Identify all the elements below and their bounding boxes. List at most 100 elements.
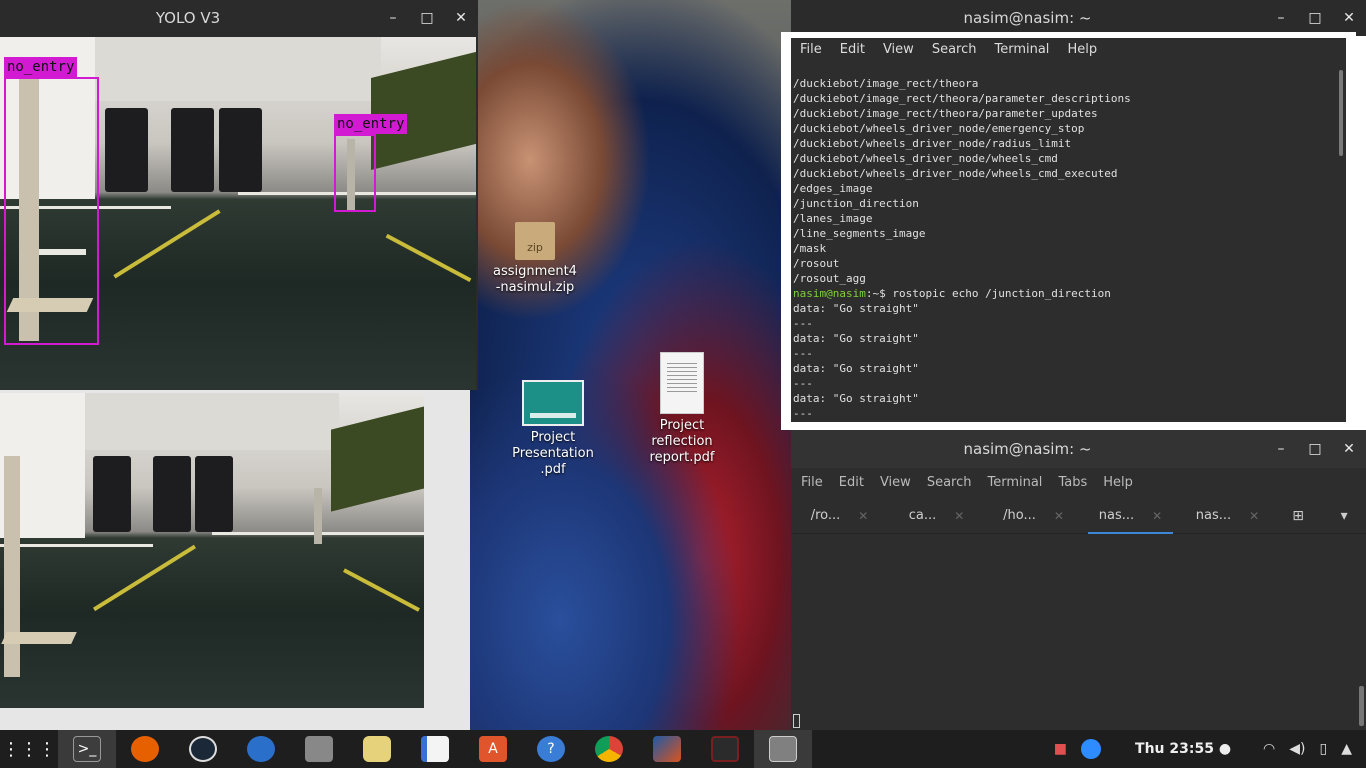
app-grid-button[interactable]: ⋮⋮⋮ — [0, 730, 58, 768]
yolo-title: YOLO V3 — [155, 9, 221, 27]
terminal-line: /rosout — [793, 257, 840, 270]
desktop-icon-zip[interactable]: zip assignment4 -nasimul.zip — [480, 222, 590, 296]
terminal-titlebar[interactable]: nasim@nasim: ~ – □ ✕ — [791, 430, 1366, 468]
close-tab-icon[interactable]: ✕ — [858, 509, 868, 523]
taskbar-rhythmbox[interactable] — [348, 730, 406, 768]
wifi-icon[interactable]: ◠ — [1263, 741, 1275, 757]
terminal-line: /duckiebot/image_rect/theora — [793, 77, 979, 90]
chrome-icon — [595, 736, 623, 762]
taskbar-file-manager[interactable] — [290, 730, 348, 768]
menu-edit[interactable]: Edit — [831, 42, 874, 57]
battery-icon[interactable]: ▯ — [1320, 741, 1328, 757]
terminal-line: /duckiebot/wheels_driver_node/wheels_cmd — [793, 152, 1058, 165]
terminal-titlebar[interactable]: nasim@nasim: ~ – □ ✕ — [791, 0, 1366, 36]
terminal-line: data: "Go straight" — [793, 302, 919, 315]
taskbar-firefox[interactable] — [116, 730, 174, 768]
menu-view[interactable]: View — [872, 475, 919, 490]
scene-ceiling — [84, 393, 340, 450]
terminal-line: data: "Go straight" — [793, 362, 919, 375]
close-icon[interactable]: ✕ — [444, 10, 478, 26]
text-editor-icon — [421, 736, 449, 762]
system-tray: ■ Thu 23:55 ● ◠ ◀) ▯ ▲ — [1054, 730, 1366, 768]
zoom-icon[interactable] — [1081, 739, 1102, 759]
window-icon — [769, 736, 797, 762]
terminal-window-top: nasim@nasim: ~ – □ ✕ File Edit View Sear… — [781, 0, 1366, 430]
taskbar-screen-recorder[interactable] — [696, 730, 754, 768]
minimize-icon[interactable]: – — [376, 10, 410, 26]
camera-window — [0, 390, 470, 730]
taskbar-matlab[interactable] — [638, 730, 696, 768]
steam-icon — [189, 736, 217, 762]
taskbar-terminal[interactable]: >_ — [58, 730, 116, 768]
lane-line — [0, 544, 153, 548]
tab-label: nas... — [1195, 508, 1232, 523]
close-tab-icon[interactable]: ✕ — [1249, 509, 1259, 523]
maximize-icon[interactable]: □ — [1298, 441, 1332, 457]
menu-edit[interactable]: Edit — [831, 475, 872, 490]
menu-terminal[interactable]: Terminal — [985, 42, 1058, 57]
detection-label: no_entry — [4, 57, 78, 77]
desktop-icon-report[interactable]: Project reflection report.pdf — [627, 352, 737, 466]
menu-file[interactable]: File — [793, 475, 831, 490]
taskbar-thunderbird[interactable] — [232, 730, 290, 768]
menu-tabs[interactable]: Tabs — [1050, 475, 1095, 490]
detection-box — [4, 77, 99, 345]
desktop-icon-presentation[interactable]: Project Presentation .pdf — [498, 380, 608, 478]
volume-icon[interactable]: ◀) — [1289, 741, 1305, 757]
menu-search[interactable]: Search — [923, 42, 986, 57]
lane-line-yellow — [92, 544, 196, 611]
terminal-scrollbar[interactable] — [1359, 686, 1364, 726]
terminal-line: /duckiebot/image_rect/theora/parameter_d… — [793, 92, 1131, 105]
terminal-output[interactable]: /duckiebot/image_rect/theora/duckiebot/i… — [791, 60, 1346, 422]
menu-file[interactable]: File — [791, 42, 831, 57]
terminal-tab[interactable]: /ho... ✕ — [985, 498, 1082, 534]
terminal-icon: >_ — [73, 736, 101, 762]
taskbar-text-editor[interactable] — [406, 730, 464, 768]
close-icon[interactable]: ✕ — [1332, 10, 1366, 26]
terminal-line: --- — [793, 377, 813, 390]
new-tab-icon[interactable]: ⊞ — [1292, 508, 1304, 524]
terminal-tab[interactable]: nas... ✕ — [1179, 498, 1276, 534]
close-tab-icon[interactable]: ✕ — [954, 509, 964, 523]
terminal-line: /duckiebot/image_rect/theora/parameter_u… — [793, 107, 1098, 120]
terminal-line: /duckiebot/wheels_driver_node/emergency_… — [793, 122, 1085, 135]
close-tab-icon[interactable]: ✕ — [1152, 509, 1162, 523]
help-icon: ? — [537, 736, 565, 762]
minimize-icon[interactable]: – — [1264, 441, 1298, 457]
maximize-icon[interactable]: □ — [410, 10, 444, 26]
menu-view[interactable]: View — [874, 42, 923, 57]
taskbar: ⋮⋮⋮ >_ A ? ■ Thu 23:55 ● ◠ ◀) ▯ ▲ — [0, 730, 1366, 768]
taskbar-help[interactable]: ? — [522, 730, 580, 768]
lane-line-yellow — [113, 209, 221, 279]
scene-chair — [104, 107, 148, 193]
camera-icon[interactable]: ■ — [1054, 741, 1067, 757]
close-tab-icon[interactable]: ✕ — [1054, 509, 1064, 523]
terminal-tab[interactable]: /ro... ✕ — [791, 498, 888, 534]
tray-expand-icon[interactable]: ▲ — [1341, 741, 1352, 757]
close-icon[interactable]: ✕ — [1332, 441, 1366, 457]
taskbar-chrome[interactable] — [580, 730, 638, 768]
menu-search[interactable]: Search — [919, 475, 980, 490]
menu-help[interactable]: Help — [1058, 42, 1106, 57]
menu-terminal[interactable]: Terminal — [979, 475, 1050, 490]
tab-menu-chevron-icon[interactable]: ▾ — [1341, 508, 1348, 524]
terminal-line: /mask — [793, 242, 827, 255]
yolo-titlebar[interactable]: YOLO V3 – □ ✕ — [0, 0, 478, 36]
clock[interactable]: Thu 23:55 ● — [1135, 741, 1231, 757]
scene-shelf — [330, 406, 424, 512]
tab-label: /ho... — [1003, 508, 1036, 523]
taskbar-software-center[interactable]: A — [464, 730, 522, 768]
terminal-tabbar: /ro... ✕ ca... ✕ /ho... ✕ nas... ✕ nas... ✕ ⊞… — [791, 498, 1366, 534]
terminal-tab-active[interactable]: nas... ✕ — [1082, 498, 1179, 534]
minimize-icon[interactable]: – — [1264, 10, 1298, 26]
terminal-line: --- — [793, 347, 813, 360]
taskbar-steam[interactable] — [174, 730, 232, 768]
terminal-title: nasim@nasim: ~ — [963, 9, 1092, 27]
menu-help[interactable]: Help — [1095, 475, 1141, 490]
terminal-line: /edges_image — [793, 182, 873, 195]
terminal-scrollbar[interactable] — [1339, 70, 1343, 156]
taskbar-window[interactable] — [754, 730, 812, 768]
terminal-tab[interactable]: ca... ✕ — [888, 498, 985, 534]
maximize-icon[interactable]: □ — [1298, 10, 1332, 26]
file-manager-icon — [305, 736, 333, 762]
